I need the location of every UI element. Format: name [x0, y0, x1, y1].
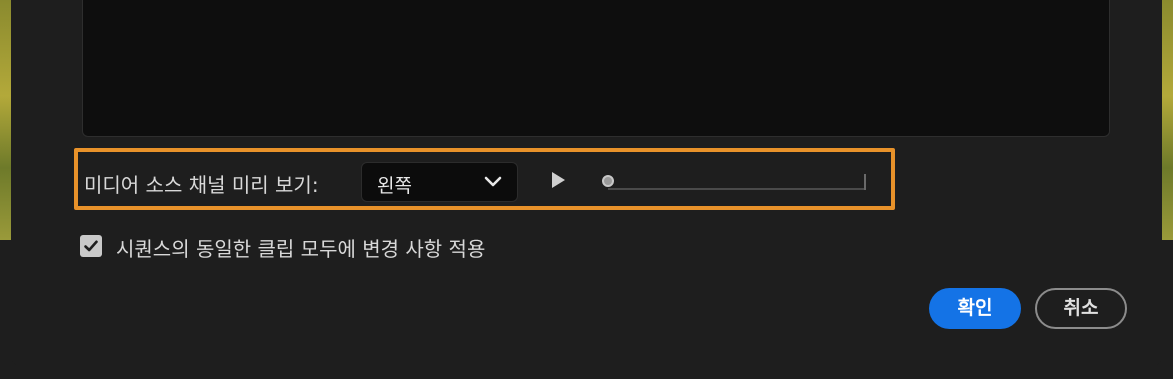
play-button[interactable] — [546, 168, 570, 192]
apply-all-checkbox[interactable] — [80, 235, 102, 257]
slider-track — [608, 188, 864, 190]
slider-thumb[interactable] — [602, 175, 614, 187]
play-icon — [546, 172, 570, 196]
slider-end-marker — [864, 174, 866, 190]
chevron-down-icon — [483, 172, 503, 192]
channel-preview-row: 미디어 소스 채널 미리 보기: 왼쪽 — [74, 148, 895, 210]
preview-slider[interactable] — [602, 168, 868, 192]
ok-button[interactable]: 확인 — [929, 288, 1021, 329]
cancel-button[interactable]: 취소 — [1035, 288, 1127, 329]
channel-dropdown-value: 왼쪽 — [377, 175, 412, 197]
channel-dropdown[interactable]: 왼쪽 — [361, 162, 518, 202]
preview-area — [82, 0, 1110, 137]
channel-preview-label: 미디어 소스 채널 미리 보기: — [84, 173, 319, 197]
apply-all-label: 시퀀스의 동일한 클립 모두에 변경 사항 적용 — [116, 237, 486, 261]
dialog: 미디어 소스 채널 미리 보기: 왼쪽 시퀀스의 동일한 클립 모두에 변경 사… — [11, 0, 1162, 366]
